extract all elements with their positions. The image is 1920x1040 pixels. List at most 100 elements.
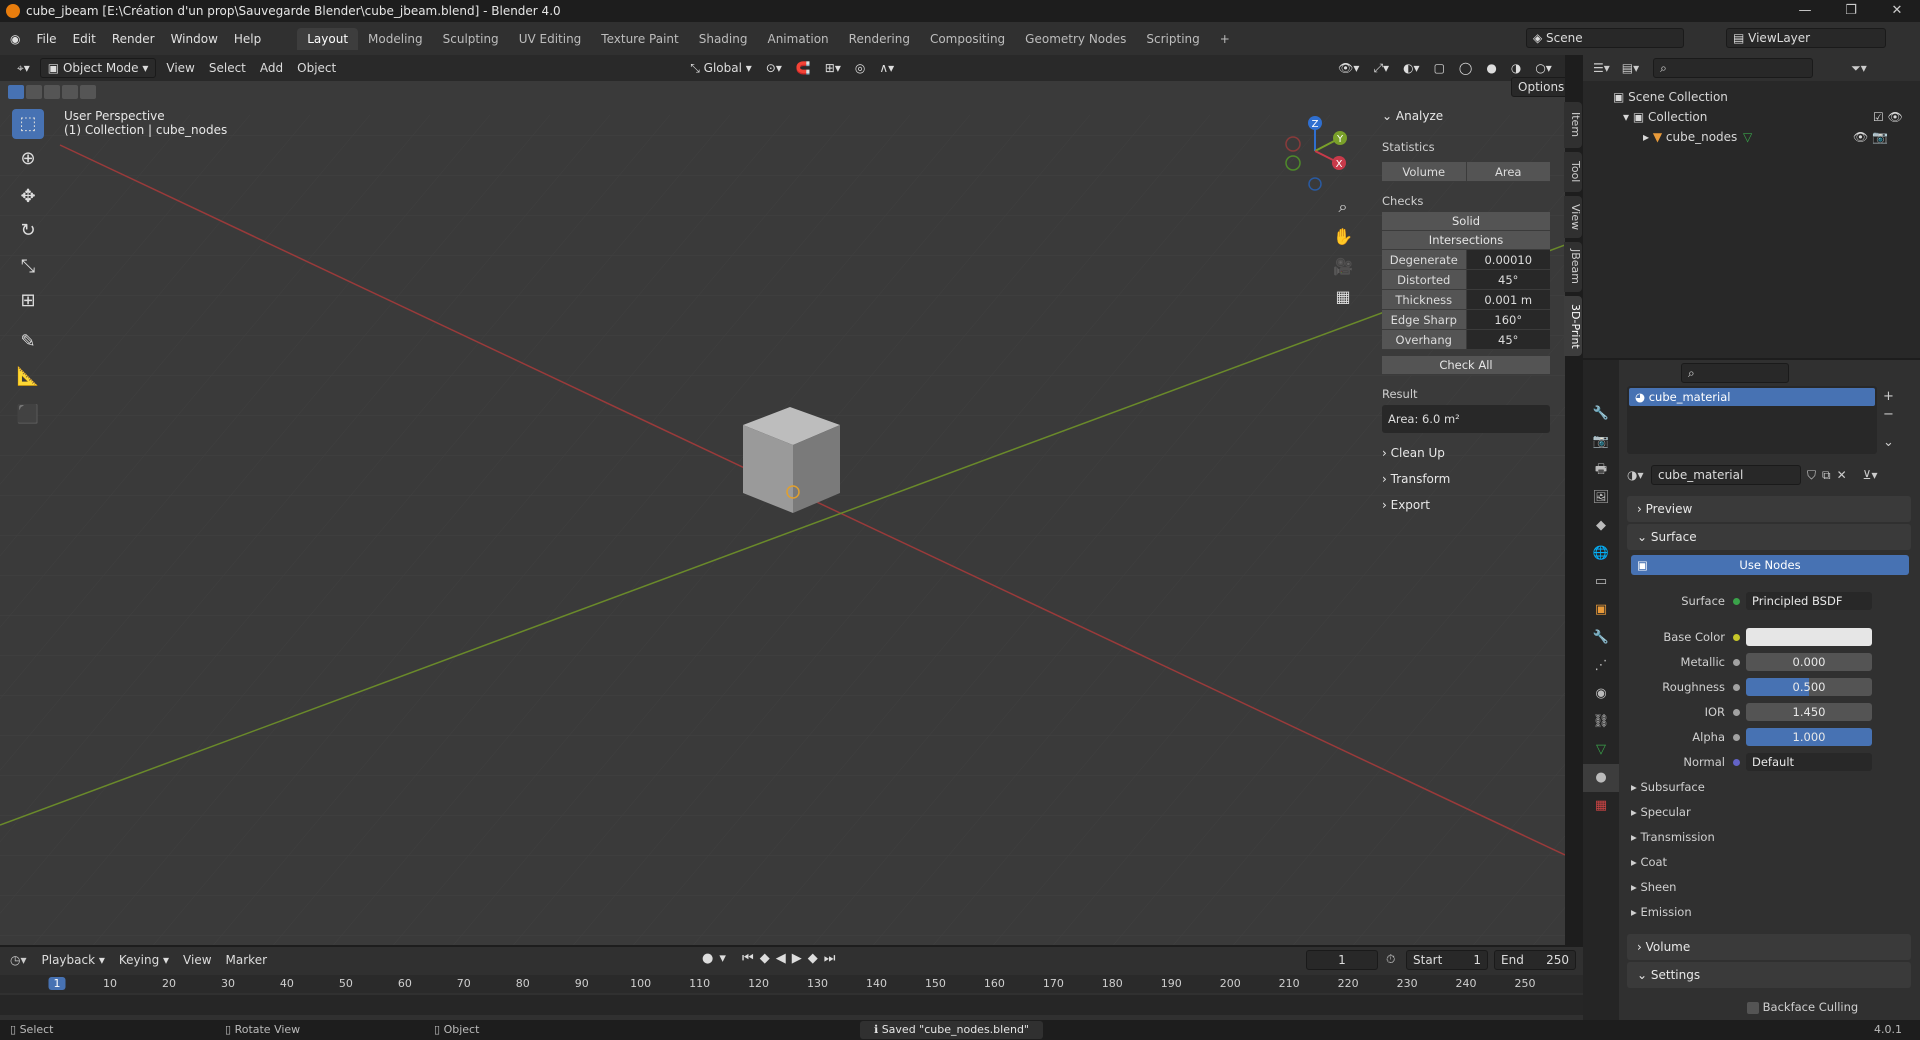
measure-tool-icon[interactable]: 📐 xyxy=(12,362,44,392)
pivot-icon[interactable]: ⊙▾ xyxy=(759,59,789,77)
move-tool-icon[interactable]: ✥ xyxy=(12,182,44,212)
check-all-button[interactable]: Check All xyxy=(1382,356,1550,375)
snap-icon[interactable]: 🧲 xyxy=(789,59,818,77)
slot-menu-icon[interactable]: ⌄ xyxy=(1883,434,1894,452)
world-props-icon[interactable]: 🌐 xyxy=(1583,540,1619,568)
menu-window[interactable]: Window xyxy=(163,32,226,46)
tab-rendering[interactable]: Rendering xyxy=(839,28,920,50)
sidetab-jbeam[interactable]: JBeam xyxy=(1564,242,1582,292)
close-window-button[interactable]: ✕ xyxy=(1874,0,1920,22)
mode-selector[interactable]: ▣ Object Mode ▾ xyxy=(39,58,157,78)
timeline-editor-icon[interactable]: ◷▾ xyxy=(10,953,27,967)
zoom-icon[interactable]: ⌕ xyxy=(1330,192,1356,222)
tab-texture-paint[interactable]: Texture Paint xyxy=(591,28,688,50)
subpanel-coat[interactable]: ▸ Coat xyxy=(1631,855,1667,869)
overlay-toggle-icon[interactable]: ◐▾ xyxy=(1396,59,1427,77)
viewlayer-selector[interactable]: ▤ ViewLayer xyxy=(1726,28,1886,48)
select-intersect-icon[interactable] xyxy=(80,85,96,99)
proportional-edit-icon[interactable]: ◎ xyxy=(848,59,872,77)
xray-icon[interactable]: ▢ xyxy=(1427,59,1452,77)
subpanel-sheen[interactable]: ▸ Sheen xyxy=(1631,880,1676,894)
blender-menu-icon[interactable]: ◉ xyxy=(0,32,28,46)
overhang-button[interactable]: Overhang xyxy=(1382,330,1467,349)
start-frame-field[interactable]: Start 1 xyxy=(1406,950,1488,970)
volume-button[interactable]: Volume xyxy=(1382,162,1467,181)
navigation-gizmo[interactable]: Z Y X xyxy=(1280,111,1350,191)
material-shading-icon[interactable]: ◑ xyxy=(1504,59,1528,77)
texture-props-icon[interactable]: ▦ xyxy=(1583,792,1619,820)
add-slot-icon[interactable]: + xyxy=(1883,388,1894,406)
select-box-tool-icon[interactable]: ⬚ xyxy=(12,109,44,139)
gizmo-toggle-icon[interactable]: ⤢▾ xyxy=(1366,59,1396,78)
falloff-icon[interactable]: ∧▾ xyxy=(872,59,901,77)
sidetab-item[interactable]: Item xyxy=(1564,102,1582,148)
tab-sculpting[interactable]: Sculpting xyxy=(433,28,509,50)
subpanel-emission[interactable]: ▸ Emission xyxy=(1631,905,1692,919)
preview-panel-header[interactable]: › Preview xyxy=(1627,496,1911,522)
particles-props-icon[interactable]: ⋰ xyxy=(1583,652,1619,680)
visibility-icon[interactable]: 👁▾ xyxy=(1331,59,1366,77)
surface-panel-header[interactable]: ⌄ Surface xyxy=(1627,524,1911,550)
add-workspace-icon[interactable]: + xyxy=(1210,28,1240,50)
keyframe-area[interactable] xyxy=(0,995,1583,1015)
tab-layout[interactable]: Layout xyxy=(297,27,359,50)
cursor-tool-icon[interactable]: ⊕ xyxy=(12,144,44,174)
surface-shader-field[interactable]: Principled BSDF xyxy=(1746,592,1872,610)
modifier-props-icon[interactable]: 🔧 xyxy=(1583,624,1619,652)
display-mode-icon[interactable]: ▤▾ xyxy=(1622,61,1639,75)
scale-tool-icon[interactable]: ⤡ xyxy=(12,252,44,282)
scene-selector[interactable]: ◈ Scene xyxy=(1526,28,1684,48)
transform-tool-icon[interactable]: ⊞ xyxy=(12,286,44,316)
visibility-toggle-icon[interactable]: 👁 📷 xyxy=(1853,127,1887,147)
analyze-header[interactable]: ⌄ Analyze xyxy=(1382,106,1556,126)
overhang-field[interactable]: 45° xyxy=(1466,330,1550,349)
intersections-button[interactable]: Intersections xyxy=(1382,231,1550,250)
snap-target-icon[interactable]: ⊞▾ xyxy=(818,59,848,77)
duplicate-material-icon[interactable]: ⧉ xyxy=(1822,468,1831,483)
menu-keying[interactable]: Keying ▾ xyxy=(112,951,176,969)
distorted-field[interactable]: 45° xyxy=(1466,270,1550,289)
solid-shading-icon[interactable]: ● xyxy=(1479,59,1503,77)
3d-viewport[interactable]: ⌖▾ ▣ Object Mode ▾ View Select Add Objec… xyxy=(0,55,1565,945)
orientation-selector[interactable]: ⤡ Global ▾ xyxy=(683,59,759,78)
remove-slot-icon[interactable]: − xyxy=(1883,406,1894,424)
menu-object[interactable]: Object xyxy=(290,59,343,77)
tab-modeling[interactable]: Modeling xyxy=(358,28,433,50)
select-invert-icon[interactable] xyxy=(62,85,78,99)
menu-marker[interactable]: Marker xyxy=(219,951,274,969)
menu-timeline-view[interactable]: View xyxy=(176,951,218,969)
menu-select[interactable]: Select xyxy=(202,59,253,77)
tab-scripting[interactable]: Scripting xyxy=(1136,28,1209,50)
menu-edit[interactable]: Edit xyxy=(65,32,104,46)
sidetab-3d-print[interactable]: 3D-Print xyxy=(1564,296,1582,356)
tab-animation[interactable]: Animation xyxy=(757,28,838,50)
next-keyframe-icon[interactable]: ◆ xyxy=(808,951,824,966)
subpanel-specular[interactable]: ▸ Specular xyxy=(1631,805,1691,819)
record-icon[interactable]: ●▾ xyxy=(702,951,732,966)
options-button[interactable]: Options xyxy=(1511,77,1565,97)
output-props-icon[interactable]: 🖶 xyxy=(1583,456,1619,484)
preview-range-icon[interactable]: ⏱ xyxy=(1386,952,1395,967)
material-props-icon[interactable]: ● xyxy=(1583,764,1619,792)
normal-field[interactable]: Default xyxy=(1746,753,1872,771)
link-type-icon[interactable]: ⊻▾ xyxy=(1863,468,1878,482)
play-reverse-icon[interactable]: ◀ xyxy=(776,951,792,966)
volume-panel-header[interactable]: › Volume xyxy=(1627,934,1911,960)
tool-props-icon[interactable]: 🔧 xyxy=(1583,400,1619,428)
tab-shading[interactable]: Shading xyxy=(689,28,758,50)
prev-keyframe-icon[interactable]: ◆ xyxy=(760,951,776,966)
tab-compositing[interactable]: Compositing xyxy=(920,28,1015,50)
camera-view-icon[interactable]: 🎥 xyxy=(1330,252,1356,282)
edge-sharp-field[interactable]: 160° xyxy=(1466,310,1550,329)
tab-geometry-nodes[interactable]: Geometry Nodes xyxy=(1015,28,1136,50)
use-nodes-button[interactable]: ▣ Use Nodes xyxy=(1631,555,1909,575)
menu-help[interactable]: Help xyxy=(226,32,269,46)
distorted-button[interactable]: Distorted xyxy=(1382,270,1467,289)
play-icon[interactable]: ▶ xyxy=(792,951,808,966)
unlink-material-icon[interactable]: ✕ xyxy=(1837,468,1847,482)
area-button[interactable]: Area xyxy=(1466,162,1550,181)
settings-panel-header[interactable]: ⌄ Settings xyxy=(1627,962,1911,988)
thickness-field[interactable]: 0.001 m xyxy=(1466,290,1550,309)
constraints-props-icon[interactable]: ⛓ xyxy=(1583,708,1619,736)
editor-type-icon[interactable]: ⌖▾ xyxy=(10,59,37,78)
